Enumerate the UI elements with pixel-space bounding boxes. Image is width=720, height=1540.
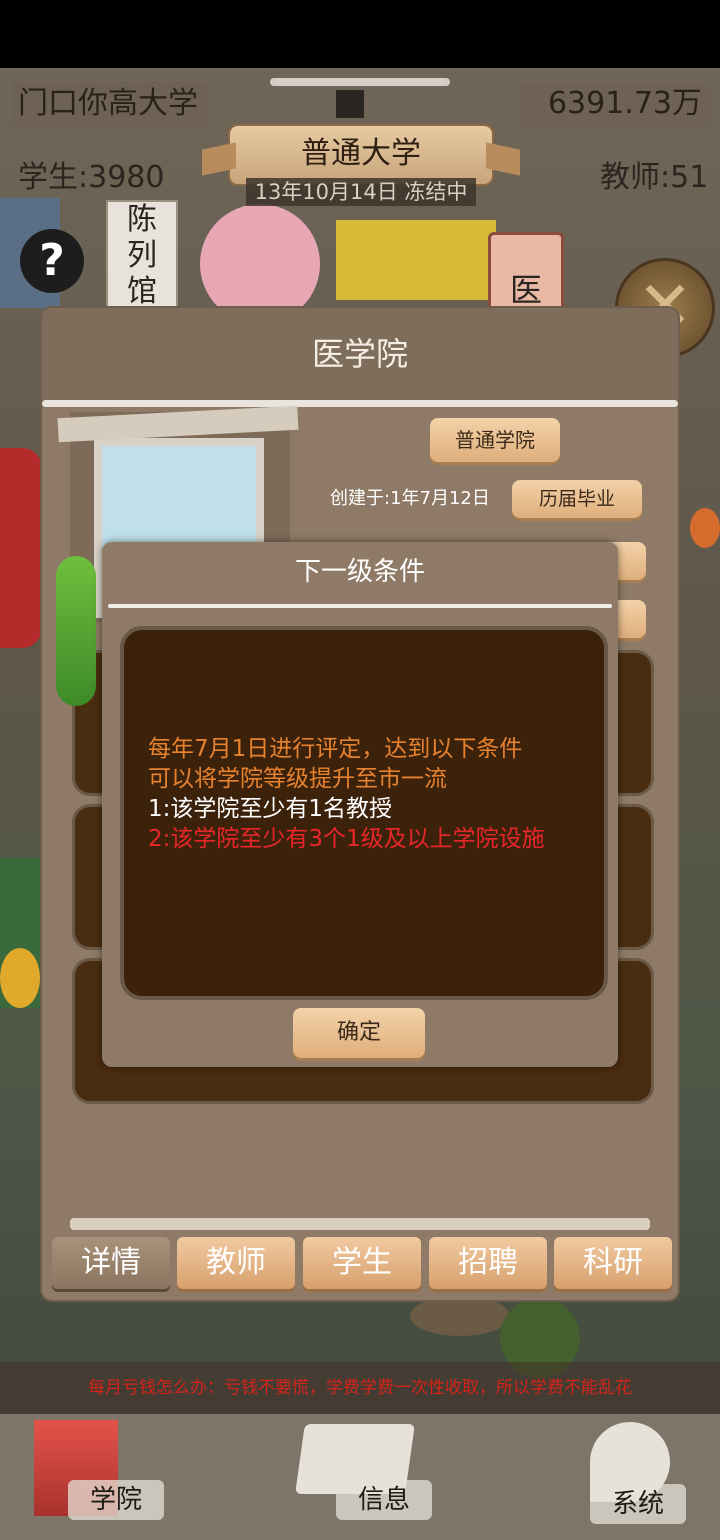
students-count: 学生:3980	[18, 160, 165, 195]
tab-teachers[interactable]: 教师	[177, 1237, 295, 1289]
bottom-navigation: 学院 信息 系统	[0, 1414, 720, 1540]
red-building	[0, 448, 42, 648]
tab-students[interactable]: 学生	[303, 1237, 421, 1289]
money-value: 6391.73万	[547, 86, 702, 121]
teachers-count: 教师:51	[600, 160, 709, 195]
tab-recruit[interactable]: 招聘	[429, 1237, 547, 1289]
graduates-button[interactable]: 历届毕业	[512, 480, 642, 518]
window-roof	[57, 405, 299, 443]
confirm-button[interactable]: 确定	[293, 1008, 425, 1058]
conditions-box: 每年7月1日进行评定，达到以下条件 可以将学院等级提升至市一流 1:该学院至少有…	[120, 626, 608, 1000]
round-platform	[410, 1296, 510, 1336]
exhibition-hall-sign[interactable]: 陈 列 馆	[106, 200, 178, 314]
date-status: 13年10月14日 冻结中	[246, 178, 476, 206]
tip-ticker: 每月亏钱怎么办：亏钱不要慌，学费学费一次性收取，所以学费不能乱花	[0, 1362, 720, 1414]
divider	[42, 400, 678, 407]
university-name: 门口你高大学	[18, 86, 198, 121]
tab-research[interactable]: 科研	[554, 1237, 672, 1289]
cherry-tree	[200, 204, 320, 324]
university-name-box: 门口你高大学	[12, 82, 208, 126]
nav-info[interactable]: 信息	[336, 1480, 432, 1520]
drag-handle[interactable]	[270, 78, 450, 86]
college-title: 医学院	[42, 308, 678, 402]
tab-bar-edge	[70, 1218, 650, 1230]
building-grid-icon	[336, 90, 364, 118]
yellow-building	[336, 220, 496, 300]
question-mark-icon[interactable]: ?	[20, 229, 84, 293]
college-created-date: 创建于:1年7月12日	[330, 488, 490, 509]
nav-system[interactable]: 系统	[590, 1484, 686, 1524]
money-box: 6391.73万	[520, 82, 710, 126]
university-rank: 普通大学	[301, 136, 421, 171]
university-rank-banner: 普通大学	[228, 124, 494, 186]
dialog-divider	[108, 604, 612, 608]
condition-intro-line1: 每年7月1日进行评定，达到以下条件	[148, 736, 523, 762]
college-level-badge[interactable]: 普通学院	[430, 418, 560, 462]
dialog-title: 下一级条件	[294, 557, 425, 587]
condition-facilities: 2:该学院至少有3个1级及以上学院设施	[148, 826, 545, 852]
nav-college[interactable]: 学院	[68, 1480, 164, 1520]
next-level-dialog: 下一级条件 每年7月1日进行评定，达到以下条件 可以将学院等级提升至市一流 1:…	[102, 542, 618, 1067]
orange-tree	[690, 508, 720, 548]
hanging-plant	[56, 556, 96, 706]
tab-details[interactable]: 详情	[52, 1237, 170, 1289]
hospital-sign[interactable]: 医	[488, 232, 564, 320]
condition-intro-line2: 可以将学院等级提升至市一流	[148, 766, 447, 792]
condition-professor: 1:该学院至少有1名教授	[148, 796, 393, 822]
yellow-tree	[0, 948, 40, 1008]
